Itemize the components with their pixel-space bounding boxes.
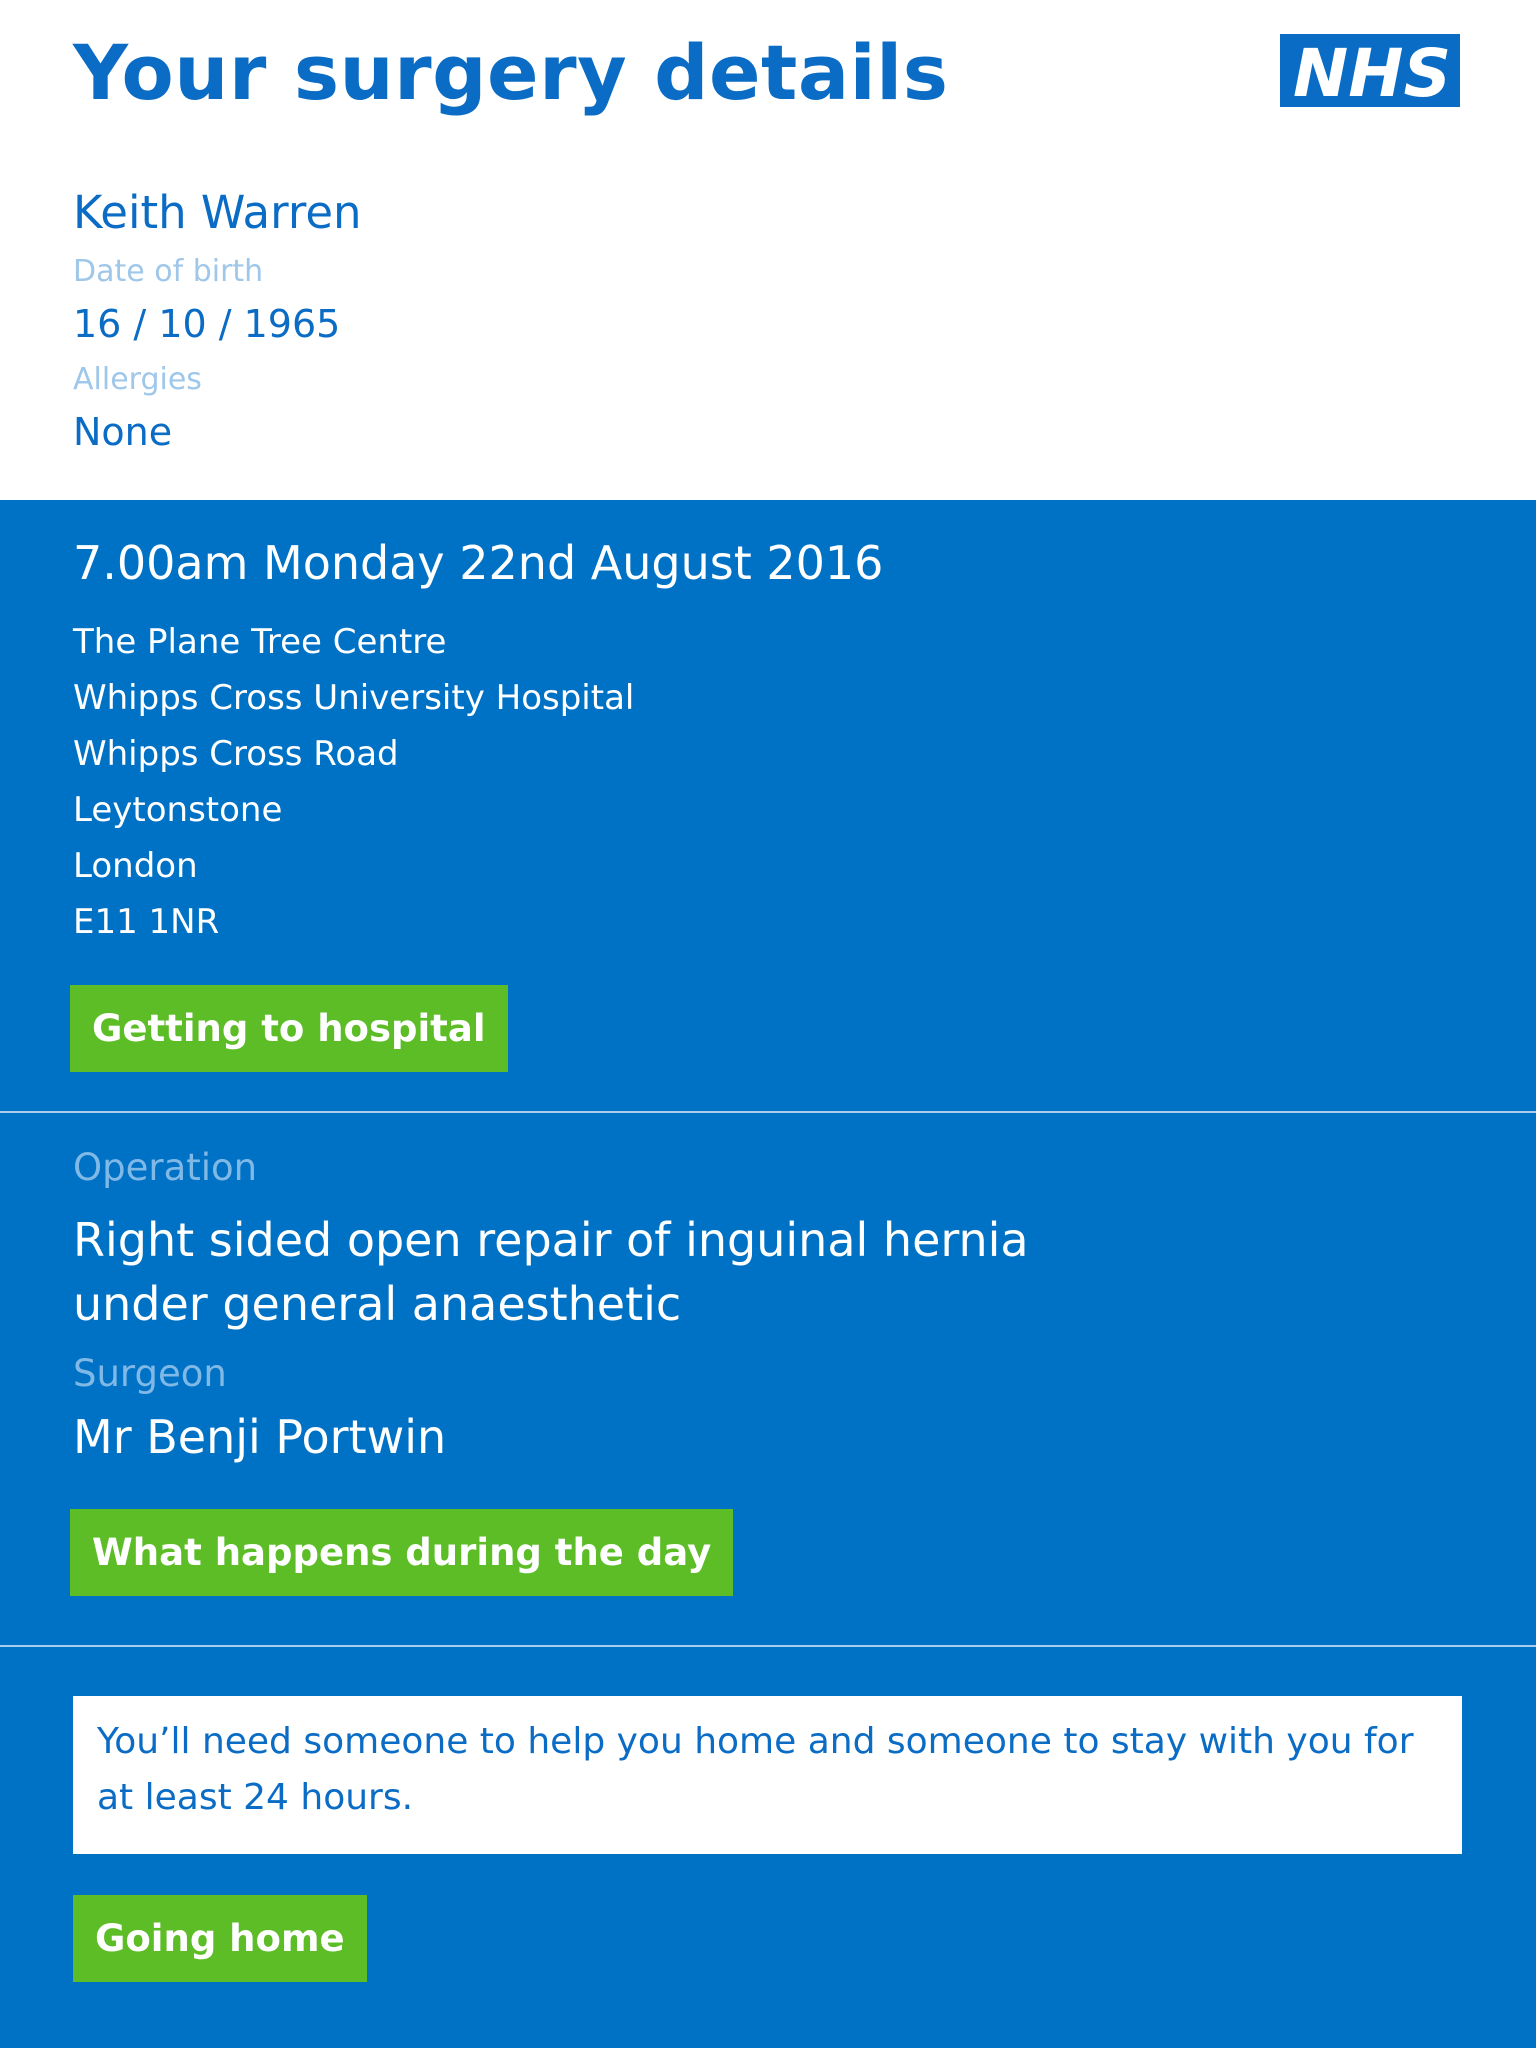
what-happens-during-the-day-button[interactable]: What happens during the day [70,1509,734,1596]
getting-to-hospital-button[interactable]: Getting to hospital [70,985,508,1072]
address-line: Whipps Cross Road [73,734,399,774]
section-divider [0,1111,1536,1113]
surgeon-label: Surgeon [73,1352,227,1395]
address-line: Whipps Cross University Hospital [73,678,635,718]
aftercare-notice-text: You’ll need someone to help you home and… [97,1721,1414,1818]
page-title: Your surgery details [73,28,949,117]
nhs-logo: NHS [1280,34,1460,107]
aftercare-notice: You’ll need someone to help you home and… [73,1696,1462,1854]
operation-name: Right sided open repair of inguinal hern… [73,1213,1029,1331]
allergies-value: None [73,410,173,454]
going-home-button[interactable]: Going home [73,1895,367,1982]
operation-label: Operation [73,1146,258,1189]
nhs-logo-text: NHS [1293,35,1451,107]
address-line: E11 1NR [73,902,220,942]
surgery-details-page: Your surgery details NHS Keith Warren Da… [0,0,1536,2048]
appointment-datetime: 7.00am Monday 22nd August 2016 [73,536,884,590]
dob-label: Date of birth [73,254,264,289]
address-line: The Plane Tree Centre [73,622,447,662]
address-line: Leytonstone [73,790,283,830]
patient-header: Your surgery details NHS Keith Warren Da… [0,0,1536,500]
address-line: London [73,846,198,886]
dob-value: 16 / 10 / 1965 [73,302,341,346]
allergies-label: Allergies [73,362,202,397]
section-divider [0,1645,1536,1647]
surgeon-name: Mr Benji Portwin [73,1410,447,1464]
patient-name: Keith Warren [73,186,362,239]
